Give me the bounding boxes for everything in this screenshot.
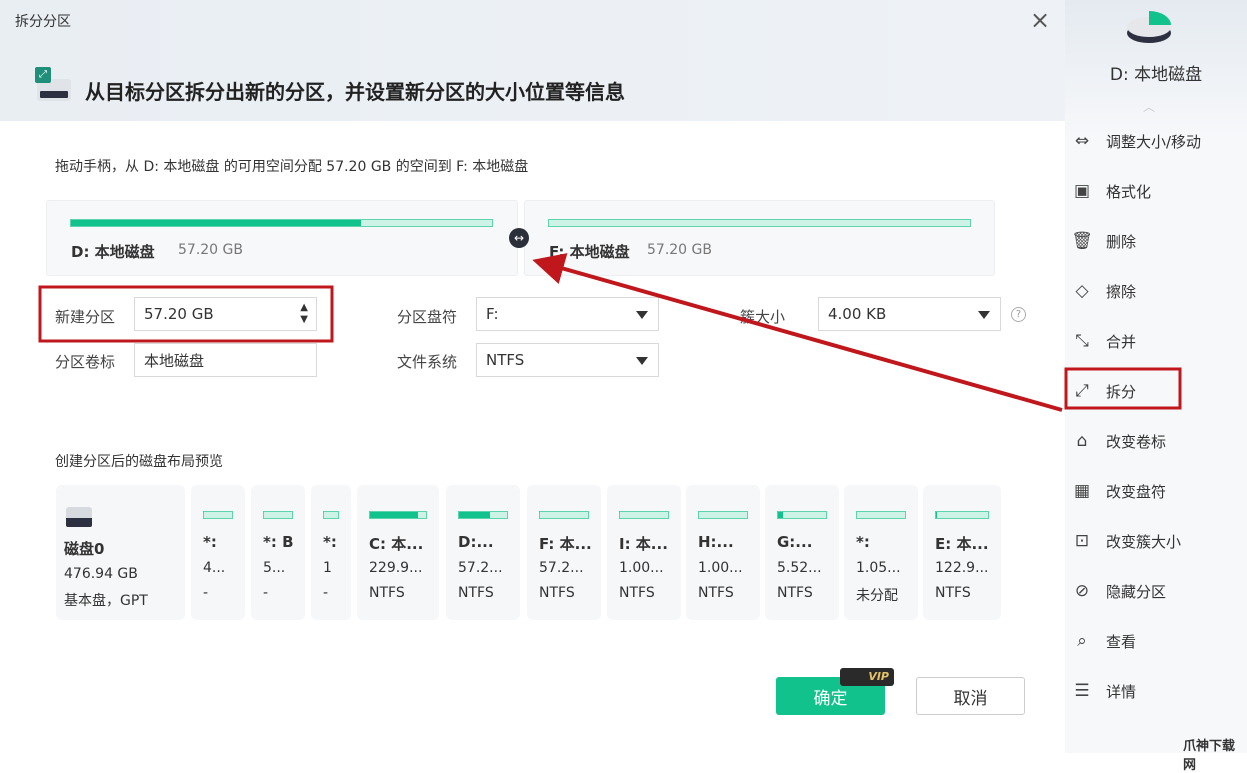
annotation-overlay bbox=[38, 253, 1182, 412]
annotation-arrow bbox=[532, 253, 1063, 412]
highlight-box-new-partition bbox=[38, 285, 334, 343]
highlight-box-split bbox=[1064, 367, 1182, 410]
